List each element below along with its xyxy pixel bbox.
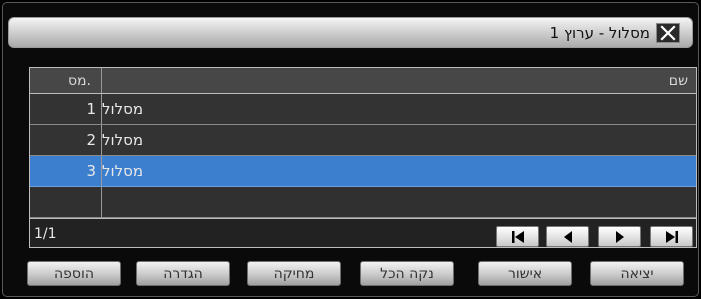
title-bar: מסלול - ערוץ 1 <box>8 17 693 48</box>
exit-button[interactable]: יציאה <box>590 261 684 286</box>
close-icon <box>660 25 676 41</box>
clear-all-button[interactable]: נקה הכל <box>360 261 454 286</box>
column-header-number: מס. <box>30 68 102 93</box>
close-button[interactable] <box>656 23 680 43</box>
row-number: 3 <box>30 156 102 186</box>
row-name: מסלול <box>102 162 144 180</box>
next-page-icon <box>615 230 624 243</box>
last-page-icon <box>665 230 678 243</box>
add-button[interactable]: הוספה <box>27 261 121 286</box>
table-row[interactable]: 2 מסלול <box>30 125 696 156</box>
table-header: מס. שם <box>30 68 696 94</box>
first-page-button[interactable] <box>496 226 539 247</box>
empty-cell <box>30 187 102 217</box>
route-table: מס. שם 1 מסלול 2 מסלול 3 מסלול 1/1 <box>29 67 697 248</box>
last-page-button[interactable] <box>650 226 693 247</box>
column-header-name: שם <box>668 72 688 89</box>
table-row-selected[interactable]: 3 מסלול <box>30 156 696 187</box>
route-dialog: מסלול - ערוץ 1 מס. שם 1 מסלול 2 מסלול 3 … <box>2 2 699 297</box>
previous-page-button[interactable] <box>546 226 589 247</box>
pager-bar: 1/1 <box>30 218 696 247</box>
row-number: 2 <box>30 125 102 155</box>
empty-row <box>30 187 696 218</box>
setup-button[interactable]: הגדרה <box>136 261 230 286</box>
page-indicator: 1/1 <box>34 226 57 242</box>
dialog-title: מסלול - ערוץ 1 <box>549 24 650 42</box>
table-row[interactable]: 1 מסלול <box>30 94 696 125</box>
row-number: 1 <box>30 94 102 124</box>
next-page-button[interactable] <box>598 226 641 247</box>
row-name: מסלול <box>102 131 144 149</box>
confirm-button[interactable]: אישור <box>478 261 572 286</box>
first-page-icon <box>511 230 524 243</box>
delete-button[interactable]: מחיקה <box>247 261 341 286</box>
row-name: מסלול <box>102 100 144 118</box>
previous-page-icon <box>563 230 572 243</box>
empty-cell <box>102 187 696 217</box>
